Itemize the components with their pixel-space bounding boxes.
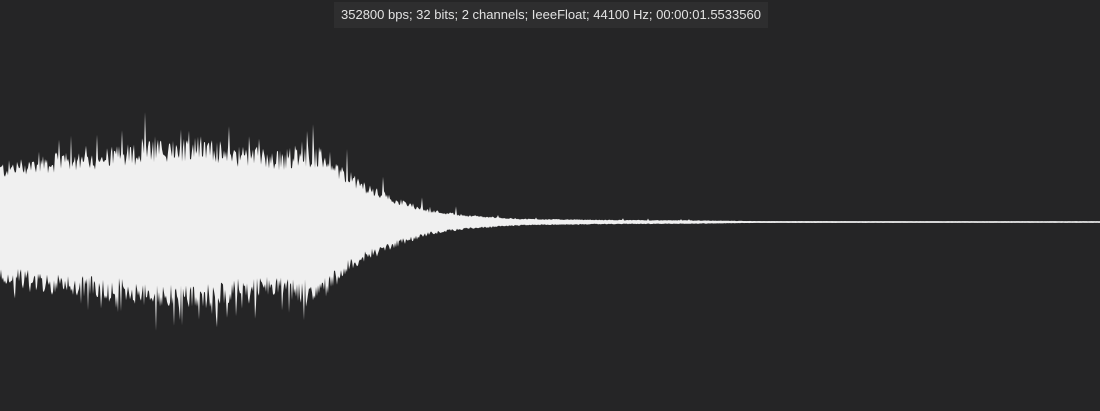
waveform-viewer: 352800 bps; 32 bits; 2 channels; IeeeFlo… <box>0 0 1100 411</box>
waveform-display[interactable] <box>0 0 1100 411</box>
audio-format-info: 352800 bps; 32 bits; 2 channels; IeeeFlo… <box>334 2 768 28</box>
